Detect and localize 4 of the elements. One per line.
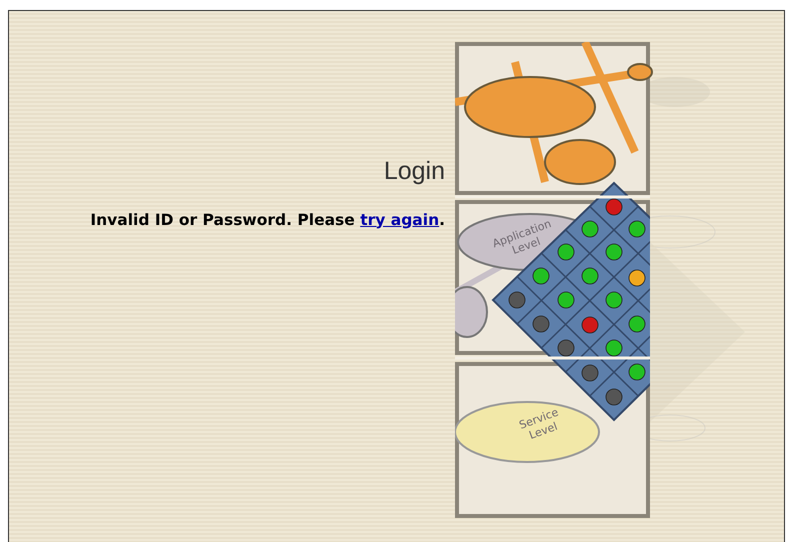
- error-message: Invalid ID or Password. Please try again.: [89, 210, 445, 230]
- page-title: Login: [382, 156, 445, 187]
- level-label: Service Level: [517, 406, 560, 442]
- try-again-link[interactable]: try again: [360, 210, 440, 228]
